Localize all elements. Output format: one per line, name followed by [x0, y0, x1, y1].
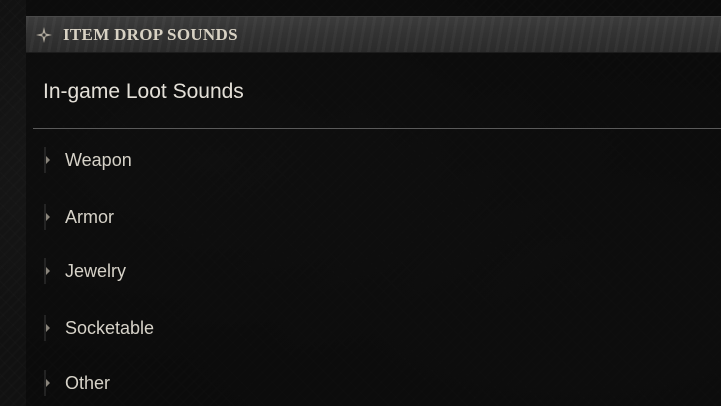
- expand-arrow-icon: [40, 145, 52, 175]
- category-label: Socketable: [65, 318, 155, 338]
- category-item-weapon[interactable]: Weapon: [40, 145, 680, 175]
- four-point-star-icon: [35, 26, 53, 44]
- category-label: Weapon: [65, 150, 132, 170]
- category-item-armor[interactable]: Armor: [40, 202, 680, 232]
- expand-arrow-icon: [40, 202, 52, 232]
- category-item-jewelry[interactable]: Jewelry: [40, 256, 680, 286]
- category-item-socketable[interactable]: Socketable: [40, 313, 680, 343]
- divider: [33, 128, 721, 129]
- section-header-title: ITEM DROP SOUNDS: [63, 25, 238, 44]
- category-label: Armor: [65, 207, 114, 227]
- expand-arrow-icon: [40, 313, 52, 343]
- section-header-bar[interactable]: ITEM DROP SOUNDS: [26, 16, 721, 53]
- category-item-other[interactable]: Other: [40, 368, 680, 398]
- loot-sounds-title: In-game Loot Sounds: [43, 80, 244, 103]
- category-label: Jewelry: [65, 261, 127, 281]
- category-label: Other: [65, 373, 111, 393]
- expand-arrow-icon: [40, 256, 52, 286]
- expand-arrow-icon: [40, 368, 52, 398]
